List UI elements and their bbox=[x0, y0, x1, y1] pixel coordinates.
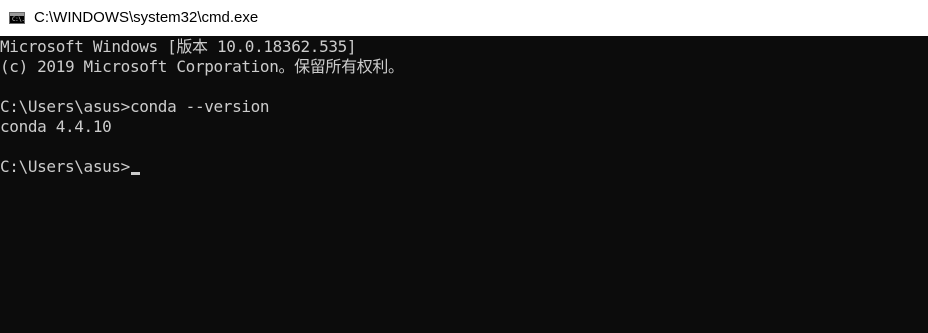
cmd-window: C:\. C:\WINDOWS\system32\cmd.exe Microso… bbox=[0, 0, 928, 333]
icon-glyph: C:\. bbox=[12, 16, 25, 23]
console-line-output: conda 4.4.10 bbox=[0, 117, 112, 136]
title-bar[interactable]: C:\. C:\WINDOWS\system32\cmd.exe bbox=[0, 0, 928, 36]
window-title: C:\WINDOWS\system32\cmd.exe bbox=[34, 9, 259, 26]
text-cursor bbox=[130, 172, 140, 175]
prompt-text: C:\Users\asus> bbox=[0, 157, 130, 176]
cmd-console-icon[interactable]: C:\. bbox=[9, 12, 25, 24]
console-line-copyright: (c) 2019 Microsoft Corporation。保留所有权利。 bbox=[0, 57, 404, 76]
console-output-area[interactable]: Microsoft Windows [版本 10.0.18362.535] (c… bbox=[0, 36, 928, 333]
console-line-prompt[interactable]: C:\Users\asus> bbox=[0, 157, 140, 177]
console-line-command: C:\Users\asus>conda --version bbox=[0, 97, 270, 116]
console-line-version: Microsoft Windows [版本 10.0.18362.535] bbox=[0, 37, 357, 56]
